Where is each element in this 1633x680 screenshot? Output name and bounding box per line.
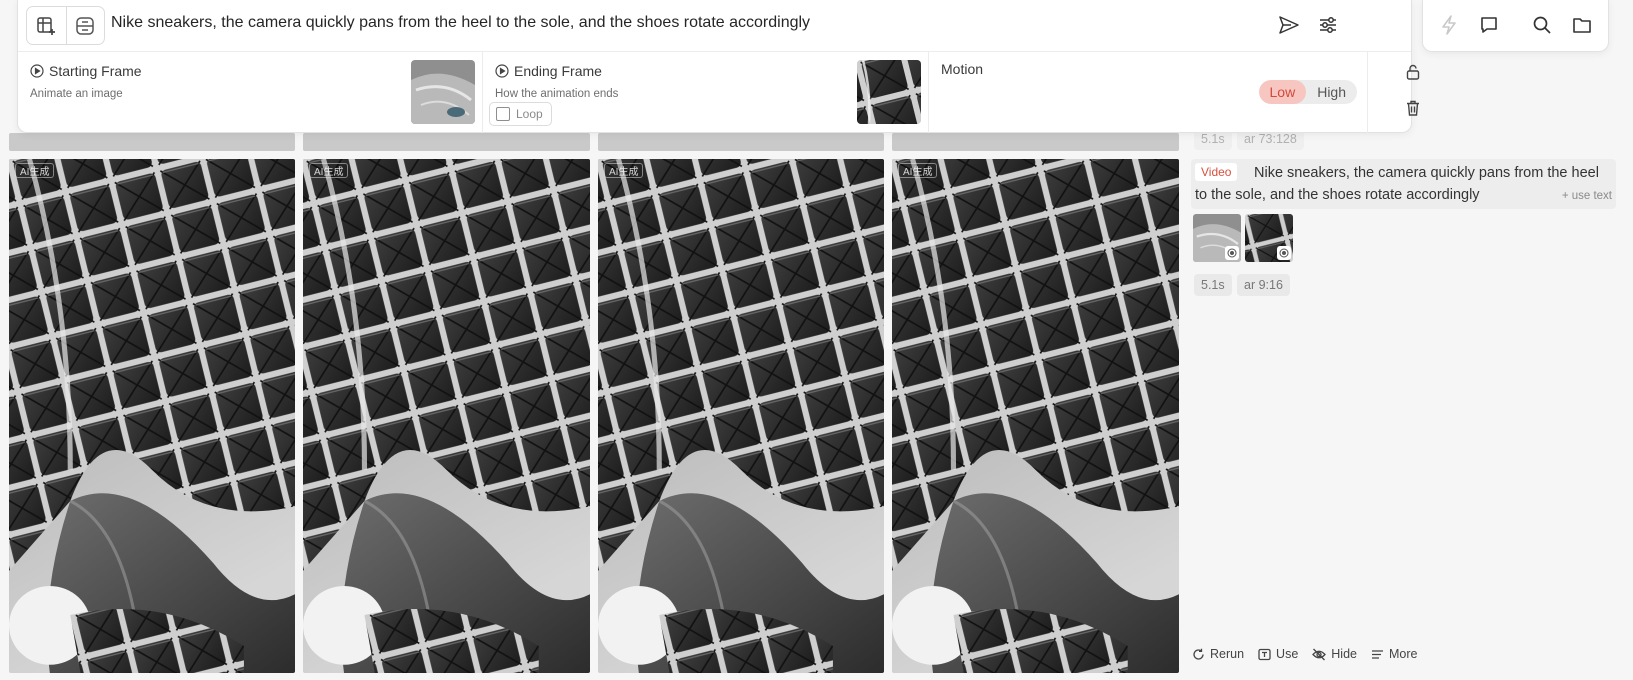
previous-image-2[interactable] xyxy=(303,133,590,151)
generation-prompt-text: Nike sneakers, the camera quickly pans f… xyxy=(1195,165,1599,203)
use-button[interactable]: Use xyxy=(1258,647,1298,661)
prompt-panel: Nike sneakers, the camera quickly pans f… xyxy=(17,0,1420,133)
ending-frame-section[interactable]: Ending Frame How the animation ends Loop xyxy=(483,52,929,133)
starting-frame-section[interactable]: Starting Frame Animate an image xyxy=(18,52,483,133)
aspect-ratio-chip: ar 9:16 xyxy=(1237,274,1290,296)
reference-thumbnail-start[interactable] xyxy=(1193,214,1241,262)
ai-generated-badge: AI生成 xyxy=(604,163,644,178)
previous-image-3[interactable] xyxy=(598,133,884,151)
ending-frame-subtitle: How the animation ends xyxy=(495,88,619,100)
mode-toggle-group xyxy=(26,6,105,45)
motion-section: Motion Low High xyxy=(929,52,1368,133)
new-canvas-button[interactable] xyxy=(27,7,66,44)
generation-info-card: Nike sneakers, the camera quickly pans f… xyxy=(1191,159,1616,209)
chat-icon xyxy=(1481,17,1497,33)
loop-toggle[interactable]: Loop xyxy=(489,102,552,126)
eye-icon xyxy=(1227,248,1237,258)
motion-title: Motion xyxy=(941,61,984,77)
use-icon xyxy=(1258,648,1271,660)
more-label: More xyxy=(1389,647,1418,661)
reference-thumbnail-end[interactable] xyxy=(1245,214,1293,262)
generated-image-3[interactable]: AI生成 xyxy=(598,159,884,673)
generated-image-2[interactable]: AI生成 xyxy=(303,159,590,673)
layout-icon xyxy=(76,16,94,35)
view-button[interactable] xyxy=(1225,246,1239,260)
loop-label: Loop xyxy=(516,107,543,121)
send-icon xyxy=(1279,16,1299,34)
starting-frame-title: Starting Frame xyxy=(30,63,142,79)
delete-button[interactable] xyxy=(1399,94,1427,122)
new-canvas-icon xyxy=(37,16,56,35)
search-button[interactable] xyxy=(1528,11,1556,39)
loop-checkbox[interactable] xyxy=(496,107,510,121)
quick-generate-button[interactable] xyxy=(1435,11,1463,39)
prompt-row: Nike sneakers, the camera quickly pans f… xyxy=(18,0,1411,52)
lightning-icon xyxy=(1442,15,1456,35)
folder-button[interactable] xyxy=(1568,11,1596,39)
motion-toggle: Low High xyxy=(1258,80,1357,104)
starting-frame-label: Starting Frame xyxy=(49,63,142,79)
ending-frame-thumbnail[interactable] xyxy=(857,60,921,124)
side-toolbar xyxy=(1422,0,1609,52)
generated-image-1[interactable]: AI生成 xyxy=(9,159,295,673)
view-button[interactable] xyxy=(1277,246,1291,260)
starting-frame-thumbnail[interactable] xyxy=(411,60,475,124)
ai-generated-badge: AI生成 xyxy=(15,163,55,178)
prompt-input[interactable]: Nike sneakers, the camera quickly pans f… xyxy=(111,14,810,32)
send-button[interactable] xyxy=(1275,11,1303,39)
rerun-button[interactable]: Rerun xyxy=(1192,647,1244,661)
more-icon xyxy=(1372,649,1383,659)
duration-chip: 5.1s xyxy=(1194,274,1232,296)
use-text-button[interactable]: + use text xyxy=(1562,190,1612,202)
frames-row: Starting Frame Animate an image Ending F… xyxy=(18,52,1420,133)
hide-button[interactable]: Hide xyxy=(1312,647,1357,661)
motion-high-option[interactable]: High xyxy=(1306,80,1357,104)
hide-label: Hide xyxy=(1331,647,1357,661)
search-icon xyxy=(1533,16,1551,34)
folder-icon xyxy=(1573,18,1591,33)
video-tag: Video xyxy=(1195,163,1238,181)
ending-frame-title: Ending Frame xyxy=(495,63,602,79)
eye-icon xyxy=(1279,248,1289,258)
more-button[interactable]: More xyxy=(1371,647,1417,661)
generation-actions: Rerun Use Hide More xyxy=(1192,647,1417,661)
settings-button[interactable] xyxy=(1314,11,1342,39)
ending-frame-label: Ending Frame xyxy=(514,63,602,79)
generated-image-4[interactable]: AI生成 xyxy=(892,159,1179,673)
app-root: Nike sneakers, the camera quickly pans f… xyxy=(0,0,1633,680)
starting-frame-subtitle: Animate an image xyxy=(30,88,123,100)
ai-generated-badge: AI生成 xyxy=(898,163,938,178)
rerun-icon xyxy=(1193,648,1204,660)
lock-icon xyxy=(1406,64,1420,80)
trash-icon xyxy=(1407,100,1419,116)
ai-generated-badge: AI生成 xyxy=(309,163,349,178)
hide-icon xyxy=(1312,648,1327,660)
rerun-label: Rerun xyxy=(1210,647,1245,661)
layout-button[interactable] xyxy=(65,7,105,44)
use-label: Use xyxy=(1276,647,1299,661)
previous-image-4[interactable] xyxy=(892,133,1179,151)
previous-image-1[interactable] xyxy=(9,133,295,151)
chat-button[interactable] xyxy=(1475,11,1503,39)
lock-button[interactable] xyxy=(1399,58,1427,86)
motion-low-option[interactable]: Low xyxy=(1258,80,1307,104)
sliders-icon xyxy=(1320,17,1336,33)
play-circle-icon xyxy=(30,64,44,78)
play-circle-icon xyxy=(495,64,509,78)
